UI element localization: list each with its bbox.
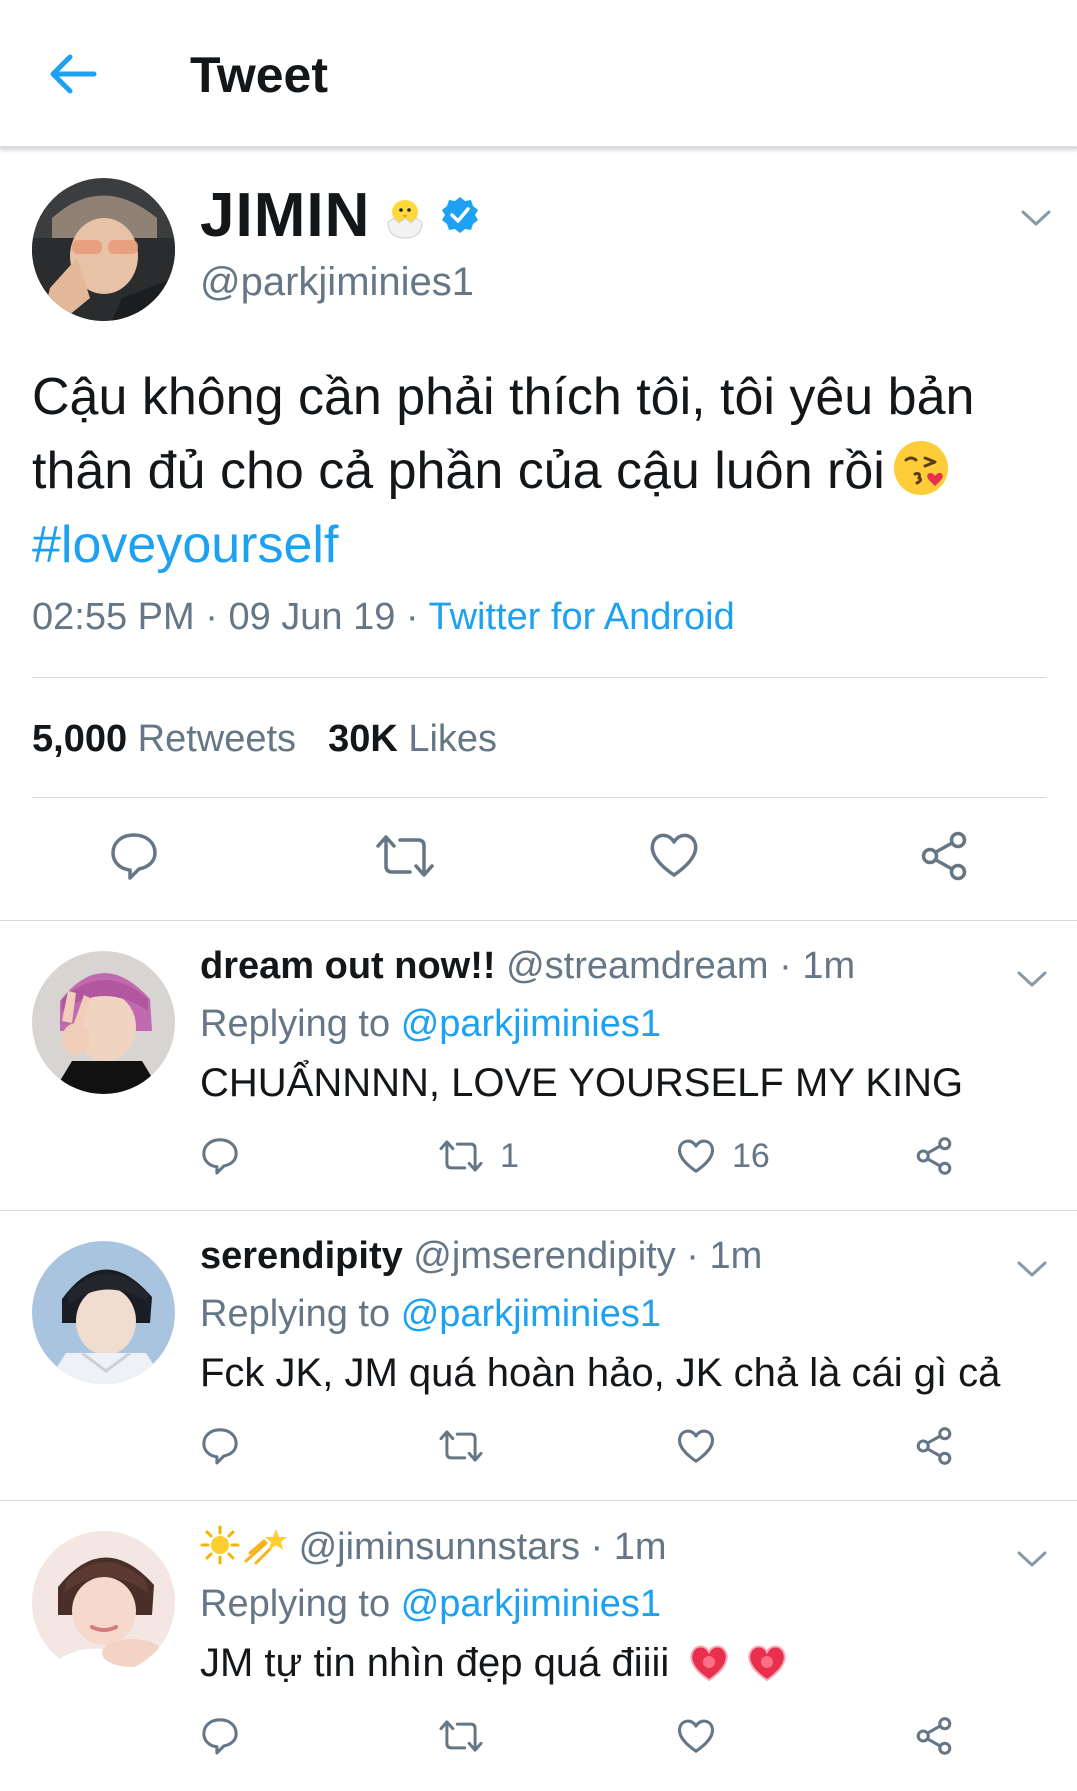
sun-emoji-icon [200,1525,240,1565]
avatar[interactable] [32,951,175,1094]
chevron-down-icon[interactable] [1016,969,1048,989]
reply-actions: 1 16 [200,1133,1000,1183]
share-button[interactable] [918,830,970,882]
reply-author-name[interactable] [200,1525,288,1568]
replying-to: Replying to @parkjiminies1 [200,1003,662,1045]
tweet-time: 02:55 PM [32,596,195,638]
retweet-count: 1 [500,1136,519,1175]
back-arrow-icon [50,54,97,94]
tweet-meta: 02:55 PM · 09 Jun 19 · Twitter for Andro… [32,596,735,638]
reply-author-handle[interactable]: @jiminsunnstars [299,1526,580,1568]
chevron-down-icon[interactable] [1016,1259,1048,1279]
reply-button[interactable] [200,1713,240,1759]
kiss-emoji-icon [893,441,948,495]
heart-emoji-icon [747,1645,786,1682]
reply-author-handle[interactable]: @jmserendipity [413,1235,675,1277]
replying-to: Replying to @parkjiminies1 [200,1293,662,1335]
share-icon [916,1717,952,1755]
reply-actions [200,1423,1000,1473]
replying-to: Replying to @parkjiminies1 [200,1583,662,1625]
avatar[interactable] [32,1241,175,1384]
like-icon [678,1139,714,1173]
tweet-text: Cậu không cần phải thích tôi, tôi yêu bả… [32,360,1042,582]
share-icon [916,1427,952,1465]
like-button[interactable] [648,830,700,880]
reply-author-name[interactable]: serendipity [200,1235,403,1277]
verified-badge-icon [442,197,478,233]
replying-to-link[interactable]: @parkjiminies1 [401,1293,661,1335]
like-button[interactable] [676,1423,732,1469]
reply-button[interactable] [108,830,160,882]
replying-to-link[interactable]: @parkjiminies1 [401,1003,661,1045]
retweet-icon [439,1720,483,1752]
like-icon [678,1719,714,1753]
reply-header: @jiminsunnstars · 1m [200,1525,667,1569]
reply-tweet[interactable]: serendipity @jmserendipity · 1m Replying… [0,1210,1077,1501]
author-avatar[interactable] [32,178,175,321]
reply-button[interactable] [200,1423,240,1469]
back-button[interactable] [48,52,98,96]
avatar[interactable] [32,1531,175,1674]
reply-header: dream out now!! @streamdream · 1m [200,945,856,987]
share-icon [916,1137,952,1175]
reply-author-handle[interactable]: @streamdream [506,945,768,987]
reply-icon [202,1428,238,1465]
reply-author-name[interactable]: dream out now!! [200,945,496,987]
reply-text: CHUẨNNNN, LOVE YOURSELF MY KING [200,1061,964,1105]
tweet-source-link[interactable]: Twitter for Android [428,596,734,638]
reply-button[interactable] [200,1133,240,1179]
share-button[interactable] [914,1713,954,1759]
tweet-date: 09 Jun 19 [228,596,396,638]
like-count: 16 [732,1136,770,1175]
reply-time: 1m [613,1526,667,1568]
author-handle[interactable]: @parkjiminies1 [200,260,474,305]
reply-tweet[interactable]: dream out now!! @streamdream · 1m Replyi… [0,920,1077,1211]
author-name[interactable]: JIMIN [200,180,370,251]
chick-emoji-icon [387,200,423,239]
reply-tweet[interactable]: @jiminsunnstars · 1m Replying to @parkji… [0,1500,1077,1791]
share-button[interactable] [914,1423,954,1469]
retweet-button[interactable] [438,1713,500,1759]
share-button[interactable] [914,1133,954,1179]
like-icon [650,833,698,877]
like-icon [678,1429,714,1463]
tweet-stats: 5,000 Retweets 30K Likes [32,718,497,761]
top-bar: Tweet [0,0,1077,149]
reply-header: serendipity @jmserendipity · 1m [200,1235,763,1277]
retweet-icon [376,835,434,877]
share-icon [921,831,967,881]
heart-emoji-icon [690,1645,729,1682]
chevron-down-icon[interactable] [1016,1549,1048,1569]
likes-stat[interactable]: 30K Likes [328,718,497,760]
retweet-button[interactable]: 1 [438,1133,519,1179]
divider [32,677,1047,678]
like-button[interactable]: 16 [676,1133,770,1179]
chevron-down-icon[interactable] [1020,208,1052,228]
replying-to-link[interactable]: @parkjiminies1 [401,1583,661,1625]
retweet-icon [439,1140,483,1172]
retweet-button[interactable] [438,1423,500,1469]
like-button[interactable] [676,1713,732,1759]
tweet-body: Cậu không cần phải thích tôi, tôi yêu bả… [32,368,975,500]
retweets-stat[interactable]: 5,000 Retweets [32,718,296,760]
retweet-icon [439,1430,483,1462]
retweet-button[interactable] [374,832,436,880]
reply-text: Fck JK, JM quá hoàn hảo, JK chả là cái g… [200,1351,1001,1395]
reply-icon [202,1718,238,1755]
reply-time: 1m [709,1235,763,1277]
reply-icon [111,833,157,880]
reply-icon [202,1138,238,1175]
hashtag-link[interactable]: #loveyourself [32,516,338,574]
reply-text: JM tự tin nhìn đẹp quá điiii [200,1641,788,1686]
page-title: Tweet [190,47,328,103]
reply-time: 1m [802,945,856,987]
shooting-star-emoji-icon [244,1529,287,1565]
reply-actions [200,1713,1000,1763]
divider [32,797,1047,798]
